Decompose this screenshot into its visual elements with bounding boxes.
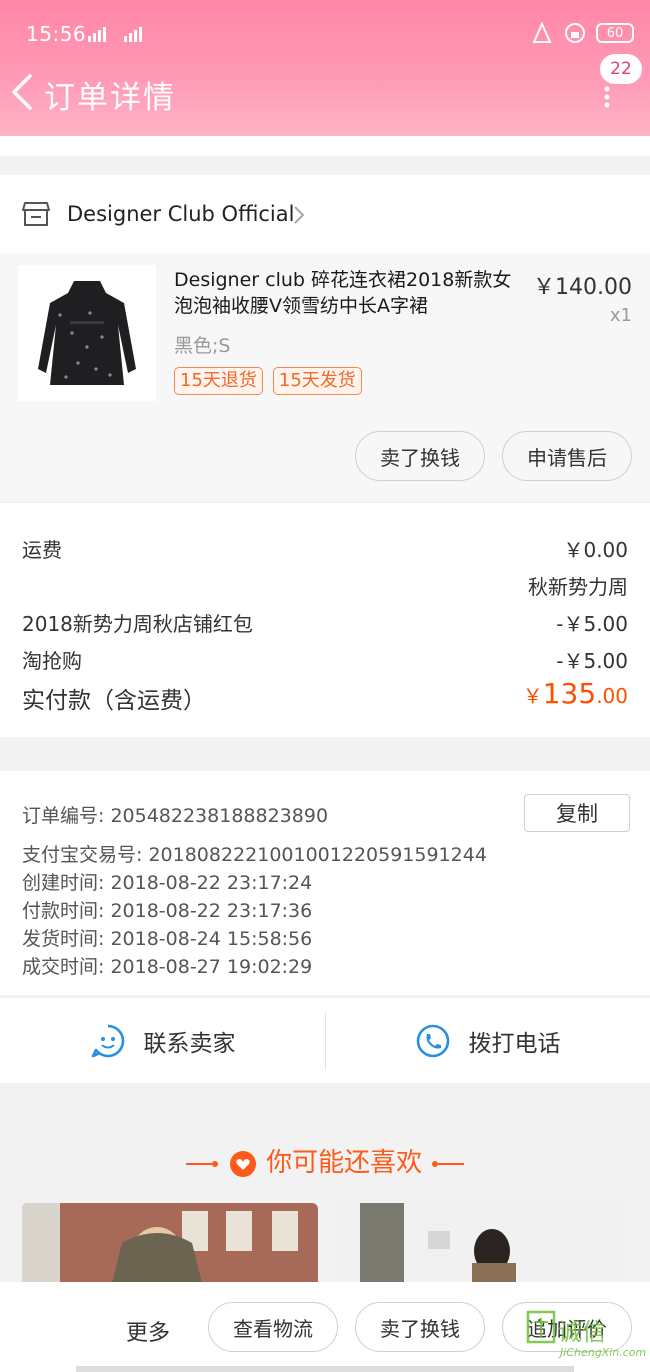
recommend-card[interactable] — [22, 1203, 318, 1283]
created-time: 创建时间: 2018-08-22 23:17:24 — [22, 872, 313, 894]
total-amount: ￥135.00 — [523, 677, 628, 710]
after-sale-button[interactable]: 申请售后 — [502, 431, 632, 481]
hd-voice-icon — [532, 22, 552, 43]
recommend-title: 你可能还喜欢 — [0, 1142, 650, 1179]
shipping-label: 运费 — [22, 538, 62, 562]
home-indicator — [76, 1366, 574, 1372]
product-thumbnail — [22, 1203, 318, 1283]
product-thumbnail — [332, 1203, 628, 1283]
view-logistics-button[interactable]: 查看物流 — [208, 1302, 338, 1352]
product-quantity: x1 — [609, 305, 632, 326]
chat-face-icon — [91, 1024, 124, 1058]
product-image[interactable] — [18, 265, 156, 401]
paid-time: 付款时间: 2018-08-22 23:17:36 — [22, 900, 313, 922]
call-phone-label: 拨打电话 — [468, 1031, 561, 1057]
sell-button-bottom[interactable]: 卖了换钱 — [355, 1302, 485, 1352]
page-title: 订单详情 — [44, 80, 176, 116]
fee-summary: 运费 ￥0.00 秋新势力周 2018新势力周秋店铺红包 -￥5.00 淘抢购 … — [0, 503, 650, 737]
status-icons: 60 — [530, 22, 634, 44]
dress-image — [38, 281, 136, 385]
total-currency: ￥ — [522, 684, 543, 708]
more-button[interactable]: 更多 — [126, 1315, 170, 1347]
total-decimal: .00 — [596, 684, 628, 708]
signal-4g-icon — [88, 27, 106, 42]
back-arrow-icon — [12, 74, 32, 110]
sell-button[interactable]: 卖了换钱 — [355, 431, 485, 481]
copy-button[interactable]: 复制 — [524, 794, 630, 832]
watermark-url: JiChengXin.com — [560, 1346, 647, 1359]
flash-sale-value: -￥5.00 — [556, 649, 628, 673]
contact-bar: 联系卖家 拨打电话 — [0, 997, 650, 1083]
order-number: 订单编号: 205482238188823890 — [22, 805, 329, 827]
recommend-title-text: 你可能还喜欢 — [266, 1148, 423, 1178]
watermark-text: 诚信 — [558, 1320, 606, 1346]
contact-seller-label: 联系卖家 — [143, 1031, 236, 1057]
product-variant: 黑色;S — [174, 335, 231, 357]
coupon-value: -￥5.00 — [556, 612, 628, 636]
alipay-trade-number: 支付宝交易号: 2018082221001001220591591244 — [22, 844, 487, 866]
promo-name: 秋新势力周 — [528, 575, 628, 599]
top-strip — [0, 136, 650, 156]
message-count-badge[interactable]: 22 — [600, 54, 642, 84]
shop-row[interactable]: Designer Club Official — [0, 175, 650, 253]
order-info: 订单编号: 205482238188823890 复制 支付宝交易号: 2018… — [0, 771, 650, 995]
completed-time: 成交时间: 2018-08-27 19:02:29 — [22, 956, 313, 978]
app-header: 15:56 60 订单详情 22 — [0, 0, 650, 136]
signal-4g-icon — [124, 27, 142, 42]
contact-seller-button[interactable]: 联系卖家 — [0, 998, 325, 1084]
service-tags: 15天退货 15天发货 — [174, 367, 362, 395]
recommend-card[interactable] — [332, 1203, 628, 1283]
tag-ship: 15天发货 — [272, 367, 362, 395]
flash-sale-label: 淘抢购 — [22, 649, 82, 673]
shop-icon — [22, 202, 50, 226]
back-button[interactable] — [8, 70, 44, 114]
left-decor-icon — [185, 1160, 218, 1167]
status-bar: 15:56 60 — [0, 18, 650, 50]
total-label: 实付款（含运费） — [22, 688, 206, 714]
lock-icon — [565, 23, 585, 43]
product-price: ￥140.00 — [533, 275, 632, 300]
tag-return: 15天退货 — [174, 367, 263, 395]
shipped-time: 发货时间: 2018-08-24 15:58:56 — [22, 928, 313, 950]
status-time: 15:56 — [26, 22, 87, 46]
heart-icon — [229, 1150, 256, 1177]
product-item[interactable]: Designer club 碎花连衣裙2018新款女泡泡袖收腰V领雪纺中长A字裙… — [0, 253, 650, 501]
watermark-logo: 诚信 JiChengXin.com — [522, 1306, 646, 1364]
phone-icon — [416, 1024, 449, 1058]
product-title[interactable]: Designer club 碎花连衣裙2018新款女泡泡袖收腰V领雪纺中长A字裙 — [174, 267, 514, 319]
shop-name: Designer Club Official — [67, 202, 295, 226]
right-decor-icon — [432, 1160, 465, 1167]
total-integer: 135 — [542, 677, 597, 710]
watermark-icon — [526, 1310, 556, 1344]
battery-icon: 60 — [596, 23, 634, 43]
call-phone-button[interactable]: 拨打电话 — [325, 998, 650, 1084]
chevron-right-icon — [294, 206, 305, 224]
coupon-label: 2018新势力周秋店铺红包 — [22, 612, 253, 636]
more-menu-icon[interactable] — [600, 84, 614, 110]
shipping-value: ￥0.00 — [563, 538, 628, 562]
